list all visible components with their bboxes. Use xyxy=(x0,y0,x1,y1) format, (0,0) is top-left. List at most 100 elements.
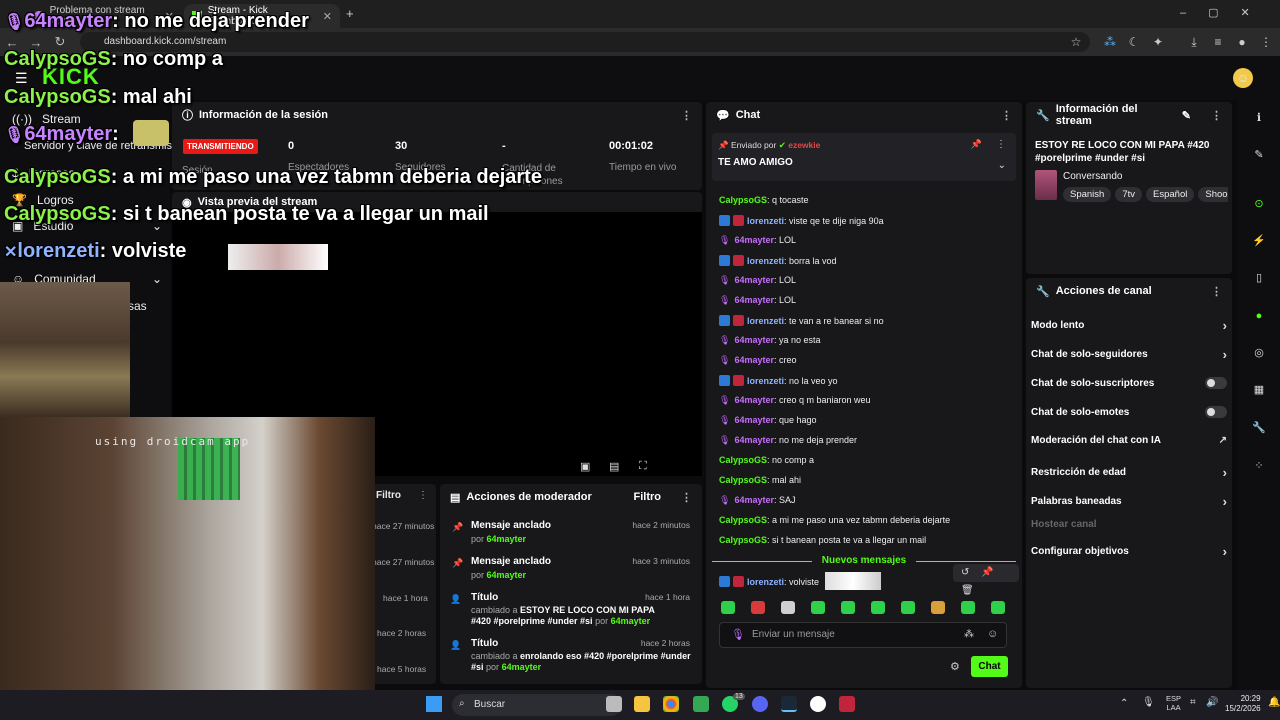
more-options-icon[interactable]: ⋮ xyxy=(681,491,692,504)
chat-message[interactable]: 🎙 64mayter: que hago xyxy=(719,415,817,426)
unpin-icon[interactable]: 📌 xyxy=(971,139,982,150)
media-icon[interactable]: ≡ xyxy=(1210,34,1226,50)
download-icon[interactable]: ⤓ xyxy=(1186,34,1202,50)
chat-message[interactable]: 🎙 64mayter: ya no esta xyxy=(719,335,821,346)
mod-username[interactable]: 64mayter xyxy=(487,570,527,580)
chat-username[interactable]: 64mayter xyxy=(734,395,774,405)
chat-username[interactable]: CalypsoGS xyxy=(719,535,767,545)
chrome-profile-icon[interactable] xyxy=(693,696,709,712)
darkmode-ext-icon[interactable]: ☾ xyxy=(1126,34,1142,50)
channel-action-2[interactable]: Chat de solo-suscriptores xyxy=(1031,377,1227,389)
pinned-message[interactable]: 📌 Enviado por ✔ ezewkie TE AMO AMIGO 📌 ⋮… xyxy=(712,133,1016,181)
chat-username[interactable]: lorenzeti xyxy=(747,577,784,587)
network-icon[interactable]: ⌗ xyxy=(1190,697,1196,708)
edit-pencil-icon[interactable]: ✎ xyxy=(1251,147,1267,163)
send-chat-button[interactable]: Chat xyxy=(971,656,1008,677)
extensions-icon[interactable]: ✦ xyxy=(1150,34,1166,50)
clock[interactable]: 20:29 15/2/2026 xyxy=(1225,694,1261,714)
chat-message[interactable]: CalypsoGS: mal ahi xyxy=(719,475,801,485)
chat-message[interactable]: 🎙 64mayter: creo xyxy=(719,355,797,366)
bookmark-star-icon[interactable]: ☆ xyxy=(1068,34,1084,50)
toggle-switch[interactable] xyxy=(1205,406,1227,418)
app-icon[interactable] xyxy=(839,696,855,712)
chat-username[interactable]: lorenzeti xyxy=(747,216,784,226)
hamburger-menu-icon[interactable]: ☰ xyxy=(15,70,28,87)
chat-message[interactable]: CalypsoGS: a mi me paso una vez tabmn de… xyxy=(719,515,950,525)
chat-username[interactable]: 64mayter xyxy=(734,355,774,365)
chat-message[interactable]: 🎙 64mayter: creo q m baniaron weu xyxy=(719,395,871,406)
more-options-icon[interactable]: ⋮ xyxy=(418,490,428,501)
filter-button[interactable]: Filtro xyxy=(376,490,401,501)
chat-message[interactable]: 🎙 64mayter: LOL xyxy=(719,235,796,246)
channel-action-3[interactable]: Chat de solo-emotes xyxy=(1031,406,1227,418)
apps-icon[interactable]: ⁘ xyxy=(1251,458,1267,474)
chat-username[interactable]: 64mayter xyxy=(734,495,774,505)
more-options-icon[interactable]: ⋮ xyxy=(1001,109,1012,122)
fullscreen-icon[interactable]: ⛶ xyxy=(639,460,647,473)
chat-message[interactable]: CalypsoGS: q tocaste xyxy=(719,195,809,205)
notifications-icon[interactable]: 🔔 xyxy=(1268,697,1280,708)
emote-icon[interactable] xyxy=(871,601,885,614)
profile-icon[interactable]: ● xyxy=(1234,34,1250,50)
volume-icon[interactable]: 🔊 xyxy=(1206,697,1218,708)
theater-icon[interactable]: ▤ xyxy=(609,460,619,473)
emote-icon[interactable] xyxy=(781,601,795,614)
obs-icon[interactable] xyxy=(810,696,826,712)
mod-username[interactable]: 64mayter xyxy=(611,616,651,626)
new-tab-icon[interactable]: + xyxy=(346,6,354,21)
channel-action-8[interactable]: Configurar objetivos › xyxy=(1031,544,1227,559)
translate-icon[interactable]: ⁂ xyxy=(964,629,974,640)
mod-username[interactable]: 64mayter xyxy=(487,534,527,544)
chat-username[interactable]: CalypsoGS xyxy=(719,475,767,485)
emoji-icon[interactable]: ☺ xyxy=(987,628,998,640)
window-controls[interactable]: –▢✕ xyxy=(1180,6,1272,19)
chat-username[interactable]: 64mayter xyxy=(734,335,774,345)
browser-menu-icon[interactable]: ⋮ xyxy=(1258,34,1274,50)
chrome-icon[interactable] xyxy=(663,696,679,712)
target-icon[interactable]: ⊙ xyxy=(1251,196,1267,212)
more-options-icon[interactable]: ⋮ xyxy=(996,139,1006,150)
pinned-username[interactable]: ezewkie xyxy=(788,140,820,150)
language-indicator[interactable]: ESP LAA xyxy=(1166,694,1181,712)
chat-username[interactable]: 64mayter xyxy=(734,295,774,305)
taskbar-search[interactable]: Buscar xyxy=(452,694,622,716)
chat-message[interactable]: CalypsoGS: si t banean posta te va a lle… xyxy=(719,535,926,545)
chat-username[interactable]: 64mayter xyxy=(734,275,774,285)
chat-message[interactable]: 🎙 64mayter: LOL xyxy=(719,275,796,286)
panel-icon[interactable]: ▯ xyxy=(1251,270,1267,286)
filter-button[interactable]: Filtro xyxy=(634,491,662,503)
chat-username[interactable]: 64mayter xyxy=(734,415,774,425)
emote-icon[interactable] xyxy=(751,601,765,614)
broadcast-icon[interactable]: ◎ xyxy=(1251,345,1267,361)
chat-message[interactable]: CalypsoGS: no comp a xyxy=(719,455,814,465)
emote-icon[interactable] xyxy=(721,601,735,614)
emote-icon[interactable] xyxy=(931,601,945,614)
chat-message[interactable]: lorenzeti: borra la vod xyxy=(719,255,837,266)
chat-username[interactable]: CalypsoGS xyxy=(719,195,767,205)
emote-icon[interactable] xyxy=(961,601,975,614)
mic-tray-icon[interactable]: 🎙 xyxy=(1142,697,1155,708)
toggle-switch[interactable] xyxy=(1205,377,1227,389)
emote-icon[interactable] xyxy=(991,601,1005,614)
info-icon[interactable]: ℹ xyxy=(1251,110,1267,126)
chevron-down-icon[interactable]: ⌄ xyxy=(998,160,1006,171)
layout-icon[interactable]: ▦ xyxy=(1251,382,1267,398)
pip-icon[interactable]: ▣ xyxy=(580,460,590,473)
chat-username[interactable]: CalypsoGS xyxy=(719,515,767,525)
channel-action-0[interactable]: Modo lento › xyxy=(1031,318,1227,333)
url-field[interactable]: dashboard.kick.com/stream xyxy=(80,32,1090,52)
channel-action-4[interactable]: Moderación del chat con IA ↗ xyxy=(1031,435,1227,446)
chat-username[interactable]: 64mayter xyxy=(734,435,774,445)
wrench-icon[interactable]: 🔧 xyxy=(1251,420,1267,436)
chat-message[interactable]: lorenzeti: volviste xyxy=(719,576,819,587)
channel-action-1[interactable]: Chat de solo-seguidores › xyxy=(1031,347,1227,362)
more-options-icon[interactable]: ⋮ xyxy=(681,109,692,122)
edit-pencil-icon[interactable]: ✎ xyxy=(1182,109,1191,122)
more-options-icon[interactable]: ⋮ xyxy=(1211,109,1222,122)
task-view-icon[interactable] xyxy=(606,696,622,712)
chat-username[interactable]: lorenzeti xyxy=(747,256,784,266)
user-avatar[interactable]: ☺ xyxy=(1233,68,1253,88)
emote-icon[interactable] xyxy=(841,601,855,614)
channel-action-5[interactable]: Restricción de edad › xyxy=(1031,465,1227,480)
chat-username[interactable]: CalypsoGS xyxy=(719,455,767,465)
